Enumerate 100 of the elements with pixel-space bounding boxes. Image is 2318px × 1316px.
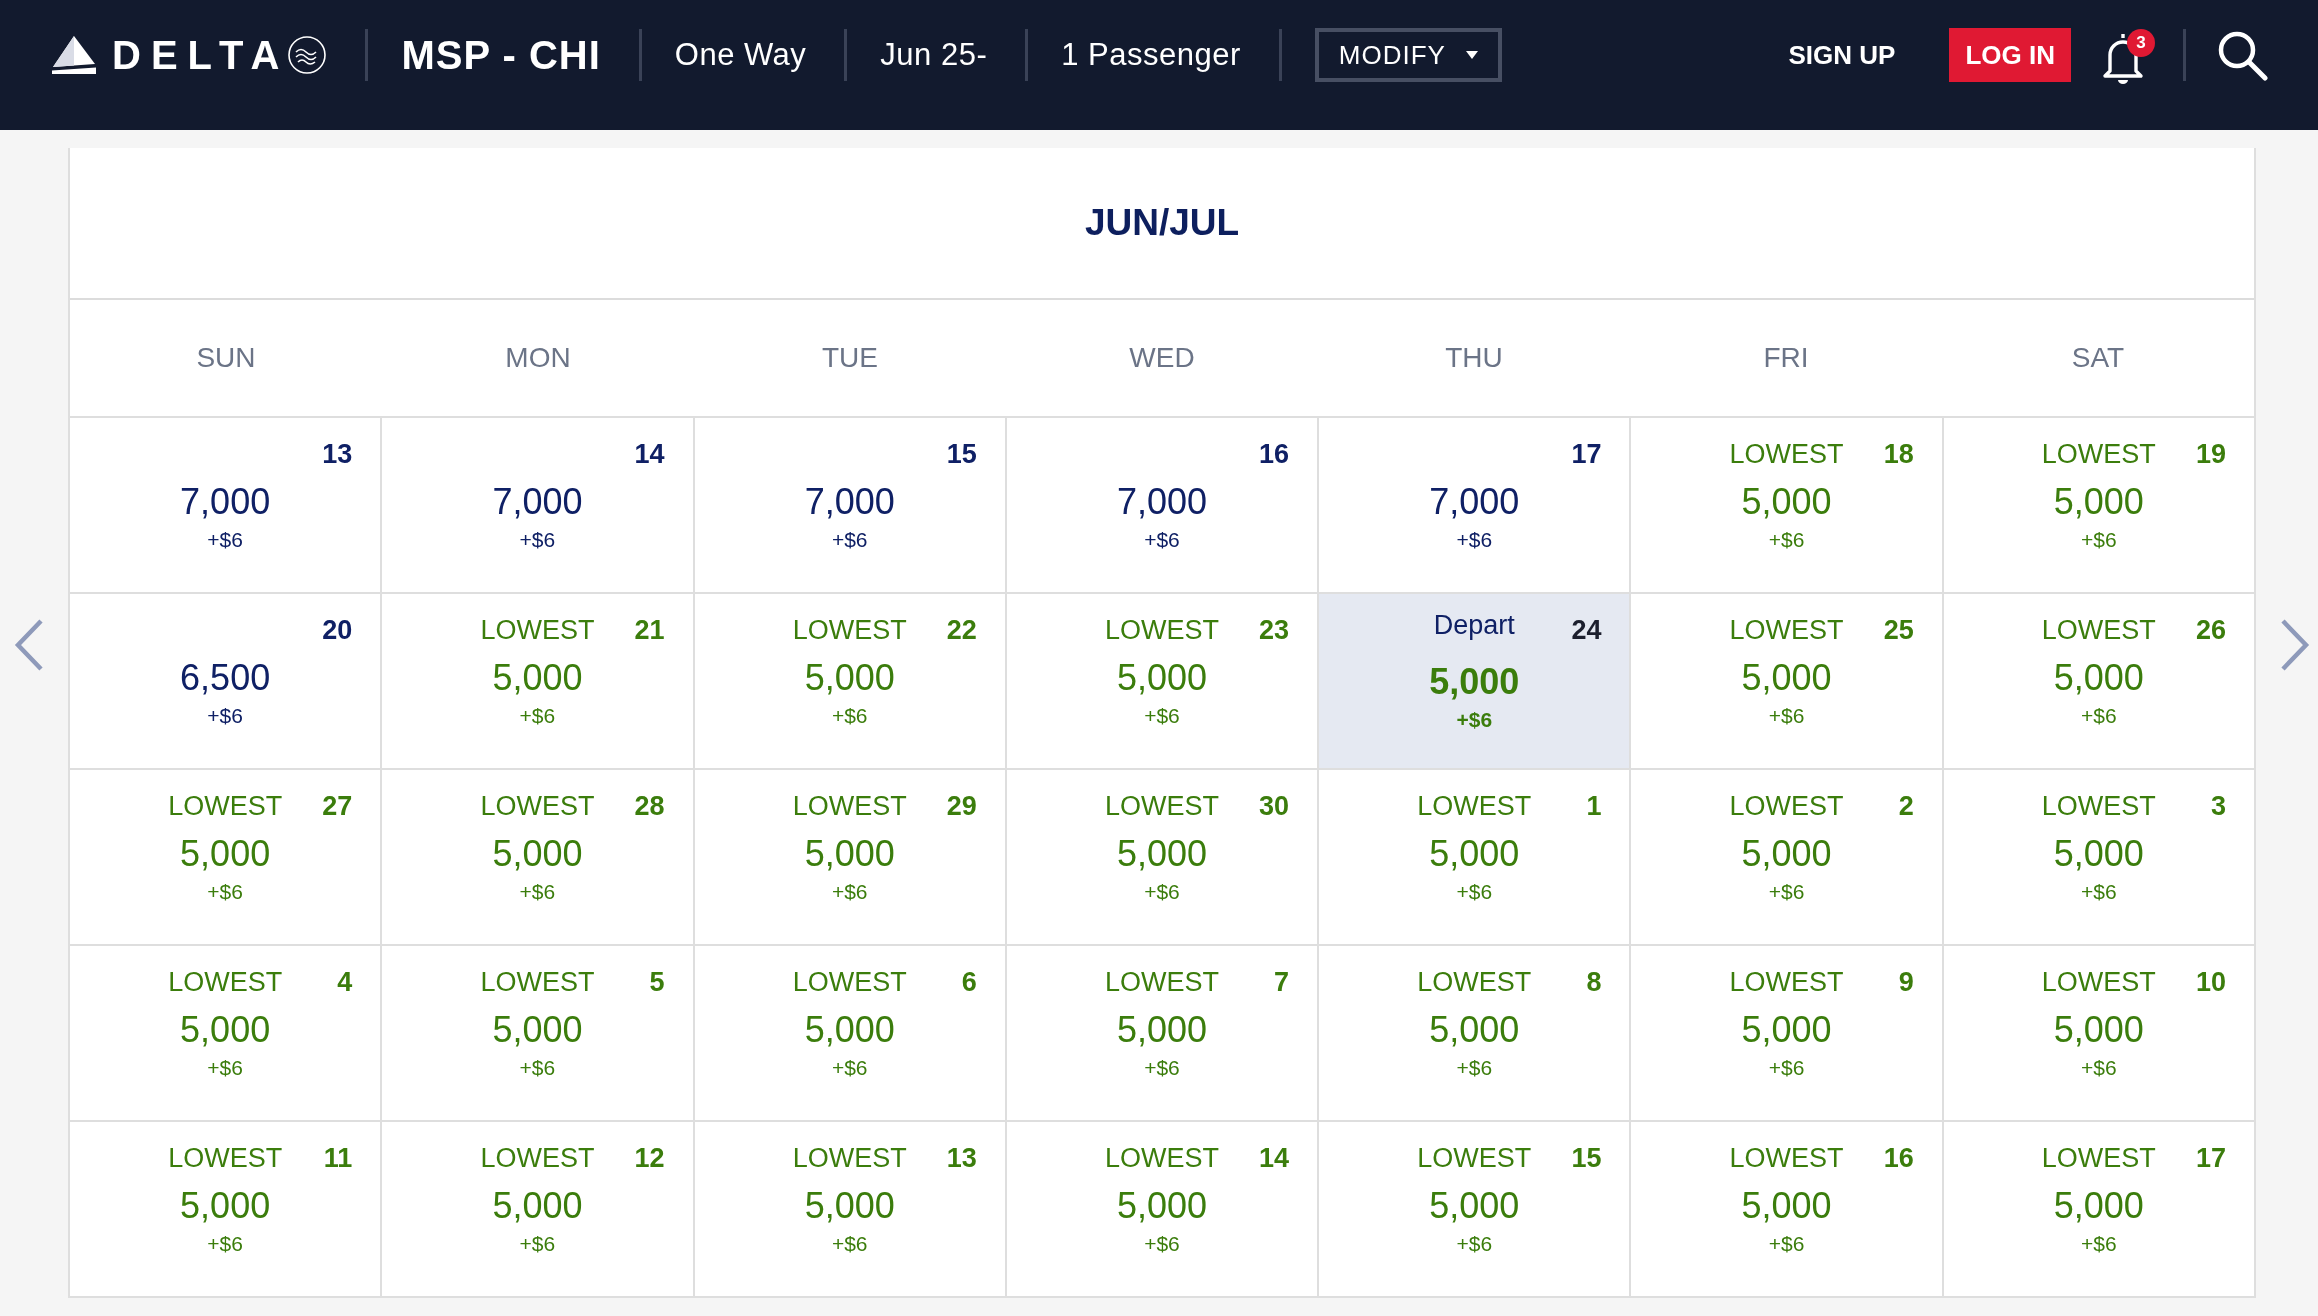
fee-amount: +$6 [2081, 1231, 2117, 1257]
fee-amount: +$6 [207, 879, 243, 905]
date-cell[interactable]: LOWEST 16 5,000 +$6 [1631, 1122, 1942, 1296]
cell-label: LOWEST [2041, 966, 2156, 998]
day-number: 16 [1883, 1142, 1914, 1174]
miles-price: 7,000 [804, 480, 895, 524]
date-cell[interactable]: LOWEST 15 5,000 +$6 [1319, 1122, 1630, 1296]
miles-price: 5,000 [1741, 656, 1832, 700]
date-cell[interactable]: LOWEST 25 5,000 +$6 [1631, 594, 1942, 768]
day-number: 17 [1571, 438, 1602, 470]
miles-price: 6,500 [180, 656, 271, 700]
chevron-right-icon[interactable] [2280, 619, 2310, 671]
day-number: 6 [961, 966, 977, 998]
date-cell[interactable]: LOWEST 9 5,000 +$6 [1631, 946, 1942, 1120]
miles-price: 5,000 [492, 832, 583, 876]
date-cell[interactable]: LOWEST 21 5,000 +$6 [382, 594, 693, 768]
date-cell[interactable]: LOWEST 29 5,000 +$6 [694, 770, 1005, 944]
date-cell[interactable]: 20 6,500 +$6 [70, 594, 381, 768]
brand-wordmark[interactable]: DELTA [112, 35, 290, 75]
cell-label: LOWEST [1105, 966, 1219, 998]
date-cell[interactable]: LOWEST 23 5,000 +$6 [1006, 594, 1318, 768]
chevron-left-icon[interactable] [14, 619, 44, 671]
day-number: 8 [1586, 966, 1602, 998]
date-cell[interactable]: 17 7,000 +$6 [1319, 418, 1630, 592]
date-cell[interactable]: LOWEST 10 5,000 +$6 [1943, 946, 2254, 1120]
day-number: 18 [1883, 438, 1914, 470]
date-cell[interactable]: 13 7,000 +$6 [70, 418, 381, 592]
search-icon[interactable] [2216, 29, 2268, 81]
date-cell[interactable]: LOWEST 11 5,000 +$6 [70, 1122, 381, 1296]
miles-price: 5,000 [180, 832, 271, 876]
date-cell[interactable]: LOWEST 5 5,000 +$6 [382, 946, 693, 1120]
cell-label: LOWEST [1729, 614, 1844, 646]
date-range-label: Jun 25- [880, 37, 988, 73]
date-cell[interactable]: LOWEST 18 5,000 +$6 [1631, 418, 1942, 592]
cell-label: LOWEST [2041, 614, 2156, 646]
miles-price: 5,000 [1429, 660, 1520, 704]
fee-amount: +$6 [207, 1231, 243, 1257]
date-cell[interactable]: LOWEST 7 5,000 +$6 [1006, 946, 1318, 1120]
notification-badge: 3 [2127, 29, 2155, 57]
miles-price: 7,000 [492, 480, 583, 524]
day-number: 19 [2195, 438, 2226, 470]
fee-amount: +$6 [831, 1231, 868, 1257]
date-cell[interactable]: LOWEST 30 5,000 +$6 [1006, 770, 1318, 944]
date-cell[interactable]: LOWEST 4 5,000 +$6 [70, 946, 381, 1120]
fee-amount: +$6 [207, 703, 243, 729]
fee-amount: +$6 [2081, 879, 2117, 905]
day-number: 25 [1883, 614, 1914, 646]
date-cell[interactable]: Depart 24 5,000 +$6 [1319, 594, 1630, 768]
date-cell[interactable]: LOWEST 2 5,000 +$6 [1631, 770, 1942, 944]
miles-price: 5,000 [1741, 480, 1832, 524]
date-cell[interactable]: LOWEST 13 5,000 +$6 [694, 1122, 1005, 1296]
cell-label: LOWEST [1417, 1142, 1532, 1174]
date-cell[interactable]: LOWEST 3 5,000 +$6 [1943, 770, 2254, 944]
day-number: 23 [1259, 614, 1290, 646]
fee-amount: +$6 [1456, 527, 1493, 553]
date-cell[interactable]: LOWEST 27 5,000 +$6 [70, 770, 381, 944]
log-in-button[interactable]: LOG IN [1949, 28, 2071, 82]
route-title: MSP - CHI [401, 32, 601, 78]
cell-label: LOWEST [1105, 790, 1219, 822]
date-cell[interactable]: LOWEST 14 5,000 +$6 [1006, 1122, 1318, 1296]
sign-up-link[interactable]: SIGN UP [1788, 39, 1896, 71]
fee-amount: +$6 [831, 1055, 868, 1081]
fee-amount: +$6 [2081, 1055, 2117, 1081]
cell-label: LOWEST [1729, 438, 1844, 470]
fee-amount: +$6 [1768, 527, 1805, 553]
date-cell[interactable]: LOWEST 6 5,000 +$6 [694, 946, 1005, 1120]
date-cell[interactable]: LOWEST 8 5,000 +$6 [1319, 946, 1630, 1120]
fee-amount: +$6 [1768, 1055, 1805, 1081]
fee-amount: +$6 [1144, 879, 1180, 905]
cell-label: LOWEST [168, 1142, 283, 1174]
modify-button[interactable]: MODIFY [1314, 28, 1502, 82]
date-cell[interactable]: LOWEST 26 5,000 +$6 [1943, 594, 2254, 768]
day-number: 13 [946, 1142, 977, 1174]
date-cell[interactable]: 16 7,000 +$6 [1006, 418, 1318, 592]
fee-amount: +$6 [1144, 1055, 1180, 1081]
cell-label: Depart [1433, 609, 1515, 641]
day-number: 22 [946, 614, 977, 646]
miles-price: 5,000 [180, 1184, 271, 1228]
date-cell[interactable]: LOWEST 1 5,000 +$6 [1319, 770, 1630, 944]
cell-label: LOWEST [792, 614, 907, 646]
bell-icon[interactable] [2101, 31, 2145, 85]
date-cell[interactable]: LOWEST 12 5,000 +$6 [382, 1122, 693, 1296]
date-cell[interactable]: LOWEST 22 5,000 +$6 [694, 594, 1005, 768]
day-number: 1 [1586, 790, 1602, 822]
fee-amount: +$6 [1144, 527, 1180, 553]
cell-label: LOWEST [480, 790, 595, 822]
miles-price: 7,000 [180, 480, 271, 524]
miles-price: 7,000 [1429, 480, 1520, 524]
miles-price: 5,000 [2053, 480, 2144, 524]
fee-amount: +$6 [2081, 527, 2117, 553]
fee-amount: +$6 [207, 527, 243, 553]
date-cell[interactable]: LOWEST 17 5,000 +$6 [1943, 1122, 2254, 1296]
fee-amount: +$6 [831, 703, 868, 729]
date-cell[interactable]: LOWEST 19 5,000 +$6 [1943, 418, 2254, 592]
date-cell[interactable]: 15 7,000 +$6 [694, 418, 1005, 592]
date-cell[interactable]: LOWEST 28 5,000 +$6 [382, 770, 693, 944]
miles-price: 7,000 [1116, 480, 1208, 524]
day-number: 20 [322, 614, 353, 646]
date-cell[interactable]: 14 7,000 +$6 [382, 418, 693, 592]
triangle-logo-icon[interactable] [52, 36, 96, 74]
